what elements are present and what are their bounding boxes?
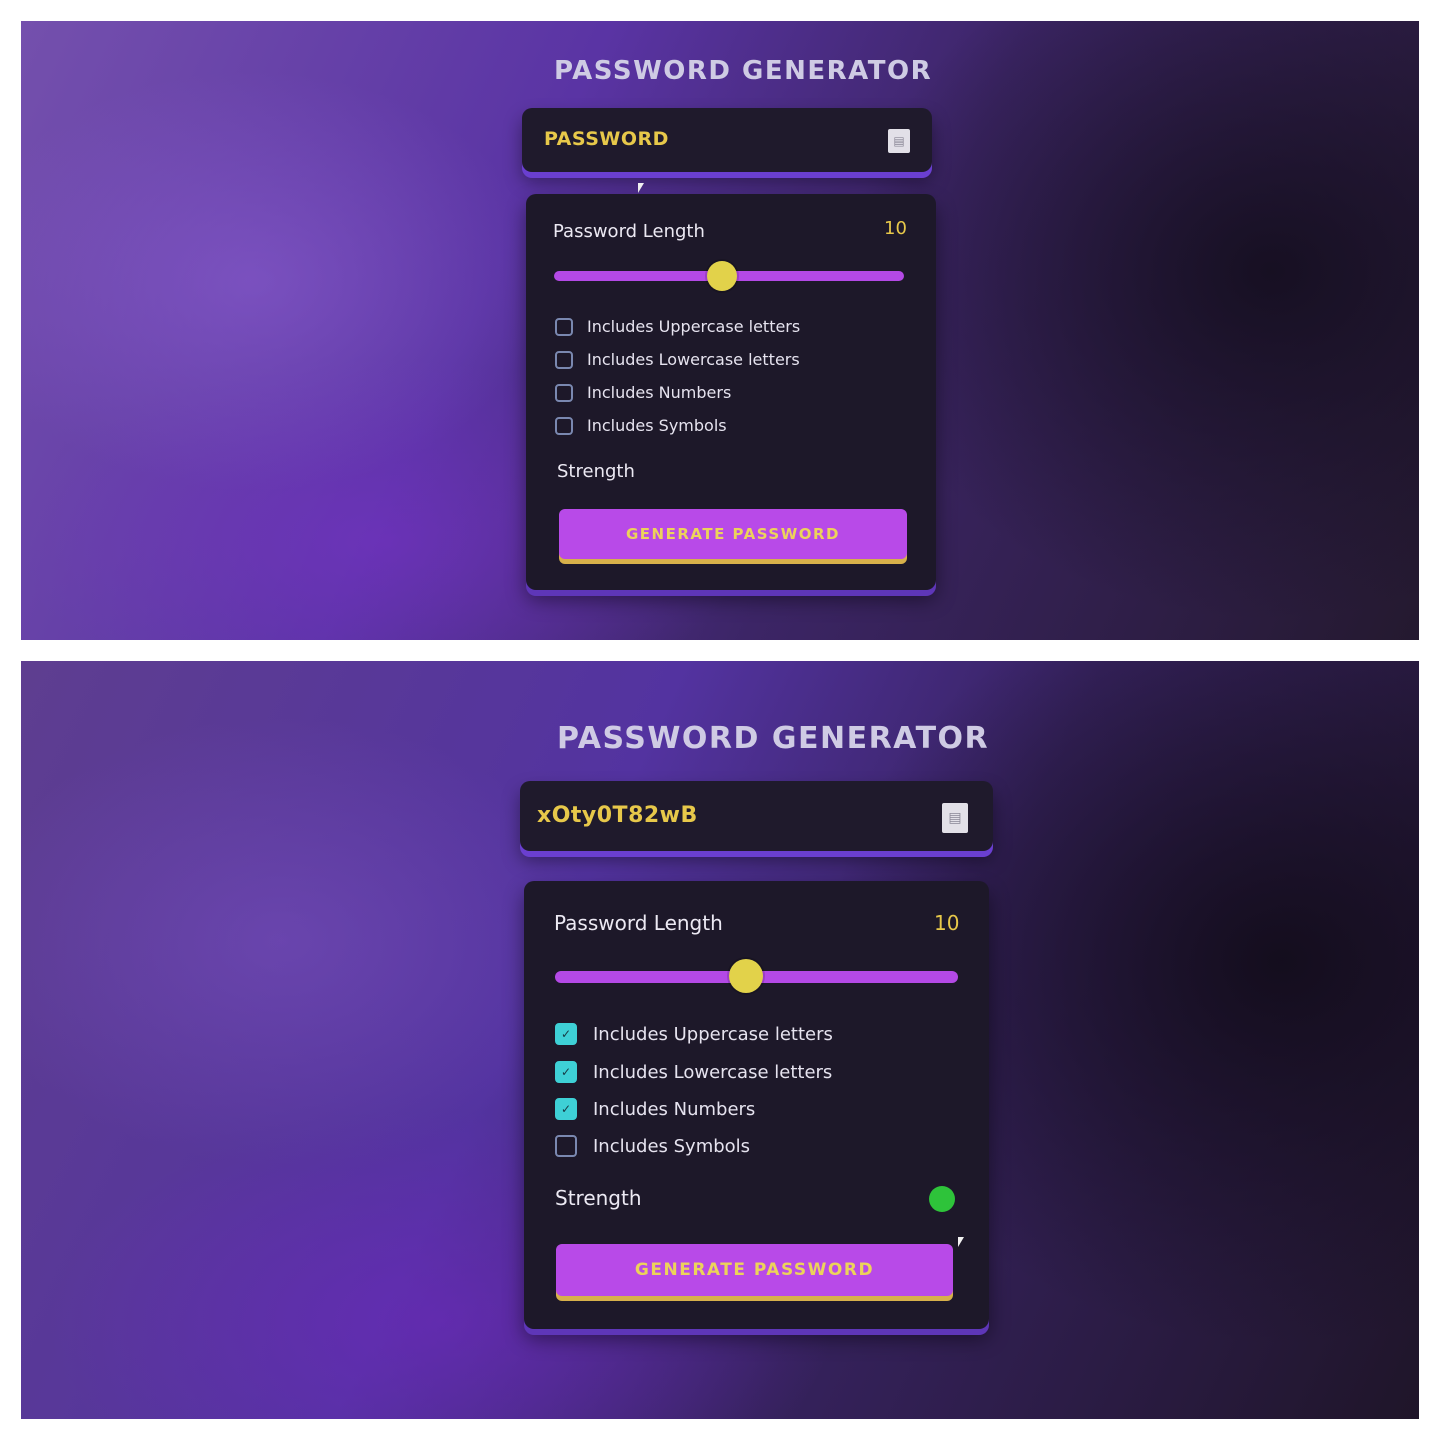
password-output[interactable]: PASSWORD [544,128,669,150]
option-uppercase[interactable]: Includes Uppercase letters [555,317,800,336]
option-symbols[interactable]: Includes Symbols [555,416,727,435]
strength-label: Strength [555,1186,642,1210]
option-label: Includes Numbers [587,383,732,402]
option-label: Includes Lowercase letters [593,1061,833,1083]
strength-indicator-icon [929,1186,955,1212]
checkbox-symbols[interactable] [555,416,573,435]
checkbox-uppercase[interactable] [555,317,573,336]
checkbox-lowercase[interactable]: ✓ [555,1061,577,1083]
clipboard-icon: ▤ [948,810,962,826]
page-title: PASSWORD GENERATOR [554,56,933,86]
option-label: Includes Uppercase letters [587,317,801,336]
clipboard-icon: ▤ [893,134,905,148]
generate-button-label: GENERATE PASSWORD [634,1260,875,1280]
password-display-box: xOty0T82wB ▤ [520,781,993,851]
checkbox-symbols[interactable] [555,1135,577,1157]
length-label: Password Length [553,221,705,242]
option-numbers[interactable]: ✓ Includes Numbers [555,1098,755,1120]
checkbox-numbers[interactable]: ✓ [555,1098,577,1120]
page-title: PASSWORD GENERATOR [557,721,990,756]
generate-password-button[interactable]: GENERATE PASSWORD [559,509,907,559]
option-numbers[interactable]: Includes Numbers [555,383,731,402]
option-label: Includes Symbols [593,1135,751,1157]
checkbox-numbers[interactable] [555,383,573,402]
option-label: Includes Uppercase letters [593,1023,833,1045]
copy-button[interactable]: ▤ [888,129,910,153]
screenshot-before: PASSWORD GENERATOR PASSWORD ▤ Password L… [21,21,1419,640]
generate-button-label: GENERATE PASSWORD [625,525,840,543]
options-panel: Password Length 10 Includes Uppercase le… [526,194,936,590]
checkbox-lowercase[interactable] [555,350,573,369]
option-label: Includes Symbols [587,416,727,435]
option-lowercase[interactable]: ✓ Includes Lowercase letters [555,1061,832,1083]
password-display-box: PASSWORD ▤ [522,108,932,172]
length-slider-thumb[interactable] [707,261,737,291]
length-value: 10 [934,911,960,935]
length-value: 10 [884,218,907,239]
generate-password-button[interactable]: GENERATE PASSWORD [556,1244,953,1296]
strength-label: Strength [557,461,635,482]
password-output[interactable]: xOty0T82wB [537,803,698,828]
checkbox-uppercase[interactable]: ✓ [555,1023,577,1045]
screenshot-after: PASSWORD GENERATOR xOty0T82wB ▤ Password… [21,661,1419,1419]
option-symbols[interactable]: Includes Symbols [555,1135,750,1157]
options-panel: Password Length 10 ✓ Includes Uppercase … [524,881,989,1329]
length-slider-thumb[interactable] [729,959,763,993]
option-label: Includes Numbers [593,1098,756,1120]
option-label: Includes Lowercase letters [587,350,800,369]
length-label: Password Length [554,911,723,935]
option-lowercase[interactable]: Includes Lowercase letters [555,350,800,369]
copy-button[interactable]: ▤ [942,803,968,833]
option-uppercase[interactable]: ✓ Includes Uppercase letters [555,1023,833,1045]
